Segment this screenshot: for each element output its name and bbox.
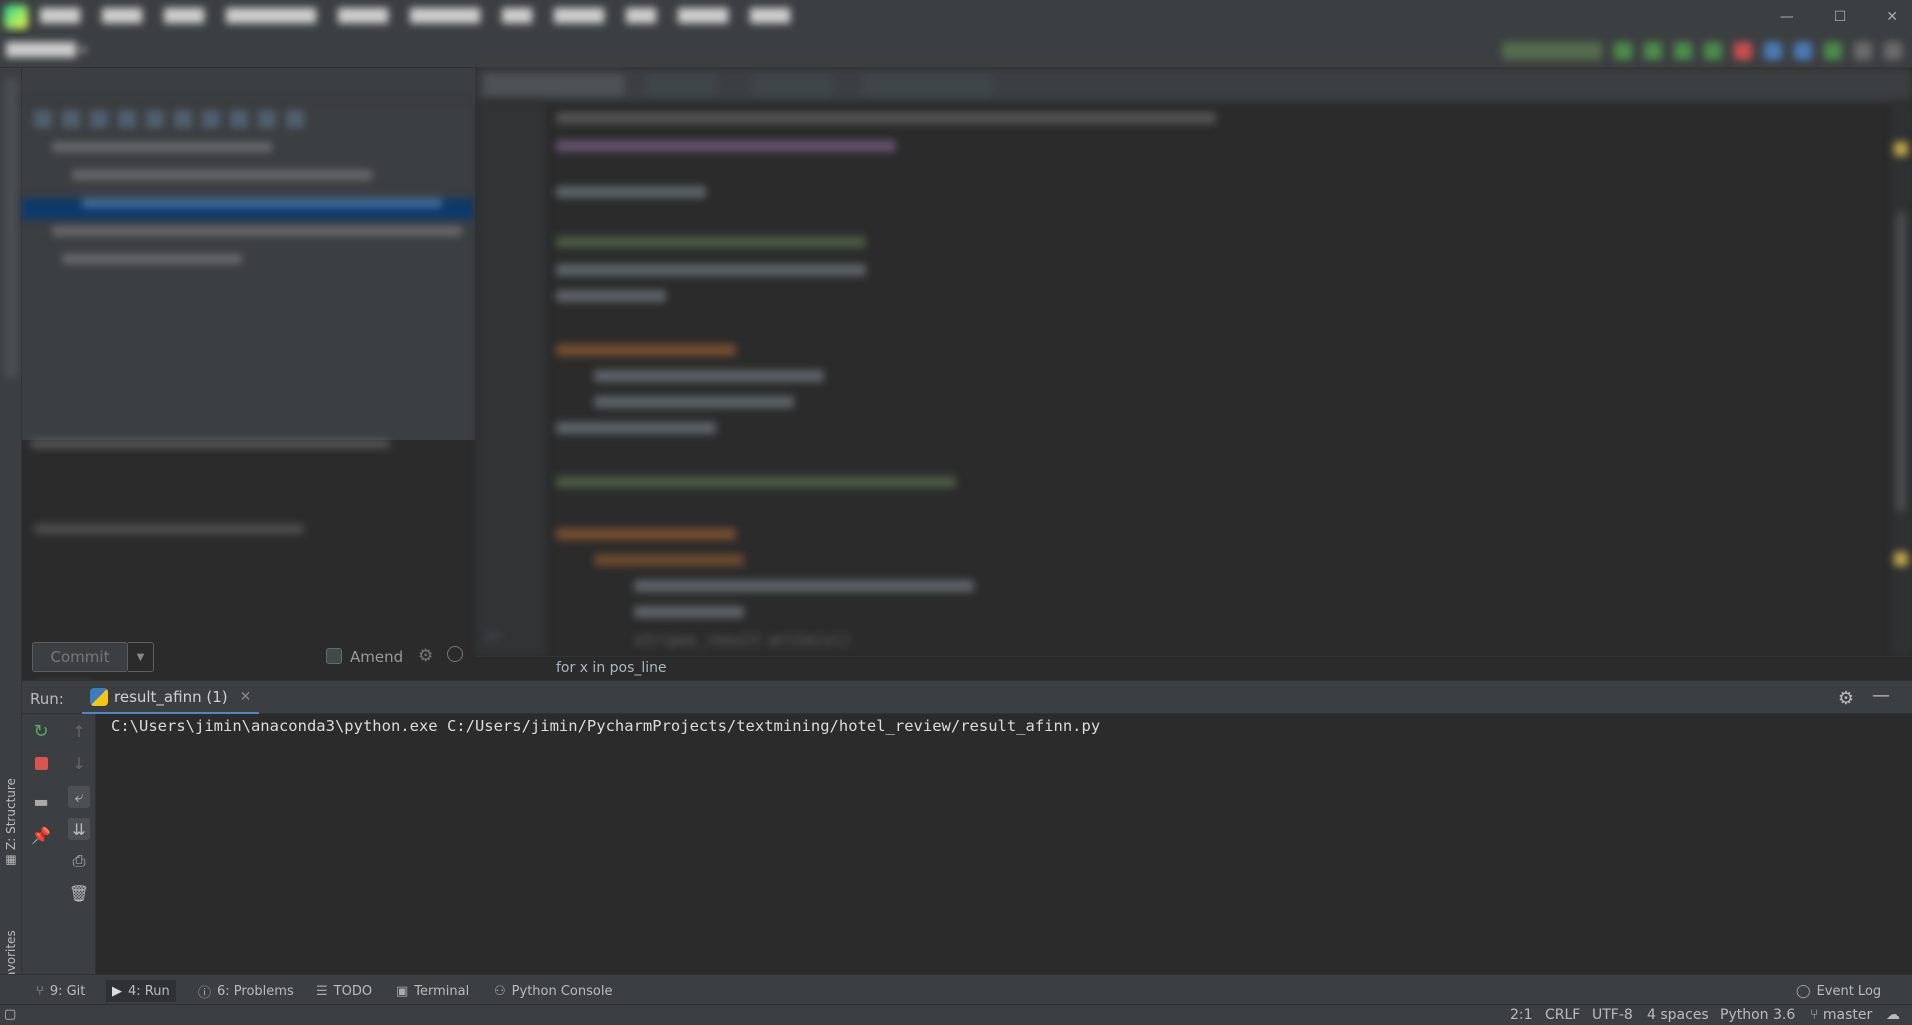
code-breadcrumb[interactable]: for x in pos_line (556, 660, 667, 676)
trash-icon[interactable]: 🗑 (68, 882, 90, 904)
rerun-icon[interactable]: ↻ (30, 720, 52, 742)
indent-setting[interactable]: 4 spaces (1647, 1007, 1709, 1023)
tab-terminal[interactable]: ▣ Terminal (390, 980, 475, 1002)
status-bar: ▢ 2:1 CRLF UTF-8 4 spaces Python 3.6 ⑂ m… (0, 1004, 1912, 1025)
down-arrow-icon[interactable]: ↓ (68, 752, 90, 774)
python-file-icon (90, 687, 108, 706)
amend-label: Amend (350, 648, 404, 666)
up-arrow-icon[interactable]: ↑ (68, 720, 90, 742)
commit-options-chevron-icon[interactable]: ▼ (128, 642, 154, 672)
editor-scrollbar[interactable] (1892, 102, 1912, 656)
amend-checkbox[interactable] (326, 648, 342, 664)
run-icon: ▶ (112, 983, 122, 999)
maximize-icon[interactable]: ☐ (1834, 9, 1847, 25)
run-tab[interactable]: result_afinn (1) ✕ (82, 681, 260, 715)
git-branch-icon: ⑂ (36, 983, 44, 999)
main-menu[interactable]: ████ ████ ████ █████████ █████ ███████ ███ ████… (40, 9, 790, 24)
close-tab-icon[interactable]: ✕ (240, 689, 252, 705)
event-log-icon: ◯ (1796, 983, 1811, 999)
scroll-to-end-icon[interactable]: ⇊ (68, 818, 90, 840)
commit-panel-header (22, 68, 475, 102)
structure-icon: ▦ (4, 853, 18, 868)
notifications-icon[interactable]: ☁ (1886, 1007, 1900, 1023)
code-line[interactable]: str(pos_result.write(v)) (634, 631, 851, 649)
soft-wrap-icon[interactable]: ⤶ (68, 786, 90, 808)
navigation-bar: ███████ ▾ (0, 34, 1912, 68)
tool-windows-toggle-icon[interactable]: ▢ (4, 1007, 16, 1022)
run-primary-toolbar: ↻ ▬ 📌 (22, 714, 62, 974)
run-secondary-toolbar: ↑ ↓ ⤶ ⇊ ⎙ 🗑 (62, 714, 96, 974)
line-separator[interactable]: CRLF (1545, 1007, 1580, 1023)
print-icon[interactable]: ⎙ (68, 850, 90, 872)
changes-tree[interactable] (22, 142, 475, 276)
pin-tab-icon[interactable]: 📌 (30, 824, 52, 846)
git-branch-icon: ⑂ (1810, 1007, 1819, 1023)
commit-button[interactable]: Commit (32, 642, 128, 672)
console-output-line: C:\Users\jimin\anaconda3\python.exe C:/U… (111, 717, 1101, 735)
editor-tabs[interactable] (476, 68, 1912, 102)
left-tool-strip: ▦ Z: Structure ★ 2: Favorites (0, 68, 22, 1018)
tab-python-console[interactable]: ⚇ Python Console (488, 980, 618, 1002)
file-encoding[interactable]: UTF-8 (1592, 1007, 1633, 1023)
window-controls[interactable]: — ☐ ✕ (1780, 9, 1898, 25)
cursor-position[interactable]: 2:1 (1510, 1007, 1533, 1023)
tool-window-bar: ⑂ 9: Git ▶ 4: Run ⓘ 6: Problems ☰ TODO ▣… (0, 974, 1912, 1004)
editor-breadcrumb-bar: for x in pos_line (476, 656, 1912, 680)
tab-event-log[interactable]: ◯ Event Log (1790, 980, 1887, 1002)
tab-todo[interactable]: ☰ TODO (310, 980, 378, 1002)
close-window-icon[interactable]: ✕ (1886, 9, 1898, 25)
project-breadcrumb[interactable]: ███████ ▾ (6, 43, 87, 58)
run-panel-header: Run: result_afinn (1) ✕ ⚙ — (22, 680, 1912, 715)
minimize-icon[interactable]: — (1780, 9, 1794, 25)
last-line-number: 27 (486, 630, 502, 644)
code-editor: 27 str(pos_result.write(v)) for x in pos… (476, 68, 1912, 680)
tab-run[interactable]: ▶ 4: Run (106, 980, 176, 1002)
todo-icon: ☰ (316, 983, 328, 999)
run-console[interactable]: C:\Users\jimin\anaconda3\python.exe C:/U… (96, 714, 1912, 974)
problems-icon: ⓘ (198, 985, 212, 1001)
commit-panel: Commit ▼ Amend ⚙ (22, 68, 476, 692)
menu-bar: ████ ████ ████ █████████ █████ ███████ ███ ████… (0, 0, 1912, 34)
run-settings-gear-icon[interactable]: ⚙ (1838, 688, 1854, 709)
run-toolbar[interactable] (1502, 42, 1902, 60)
line-number-gutter[interactable] (476, 102, 546, 656)
terminal-icon: ▣ (396, 983, 409, 999)
run-tab-label: result_afinn (1) (114, 687, 228, 706)
commit-settings-gear-icon[interactable]: ⚙ (418, 646, 433, 666)
tab-git[interactable]: ⑂ 9: Git (30, 980, 91, 1002)
commit-panel-toolbar[interactable] (22, 102, 475, 136)
structure-tab[interactable]: ▦ Z: Structure (0, 748, 22, 898)
python-console-icon: ⚇ (494, 983, 506, 999)
python-interpreter[interactable]: Python 3.6 (1720, 1007, 1795, 1023)
commit-history-clock-icon[interactable] (447, 646, 463, 662)
pycharm-logo-icon (4, 5, 28, 29)
hide-panel-icon[interactable]: — (1872, 685, 1890, 706)
tab-problems[interactable]: ⓘ 6: Problems (192, 980, 300, 1002)
git-branch-status[interactable]: ⑂ master (1810, 1007, 1872, 1023)
run-panel-title: Run: (30, 690, 64, 708)
stop-icon[interactable] (30, 752, 52, 774)
restore-layout-icon[interactable]: ▬ (30, 790, 52, 812)
